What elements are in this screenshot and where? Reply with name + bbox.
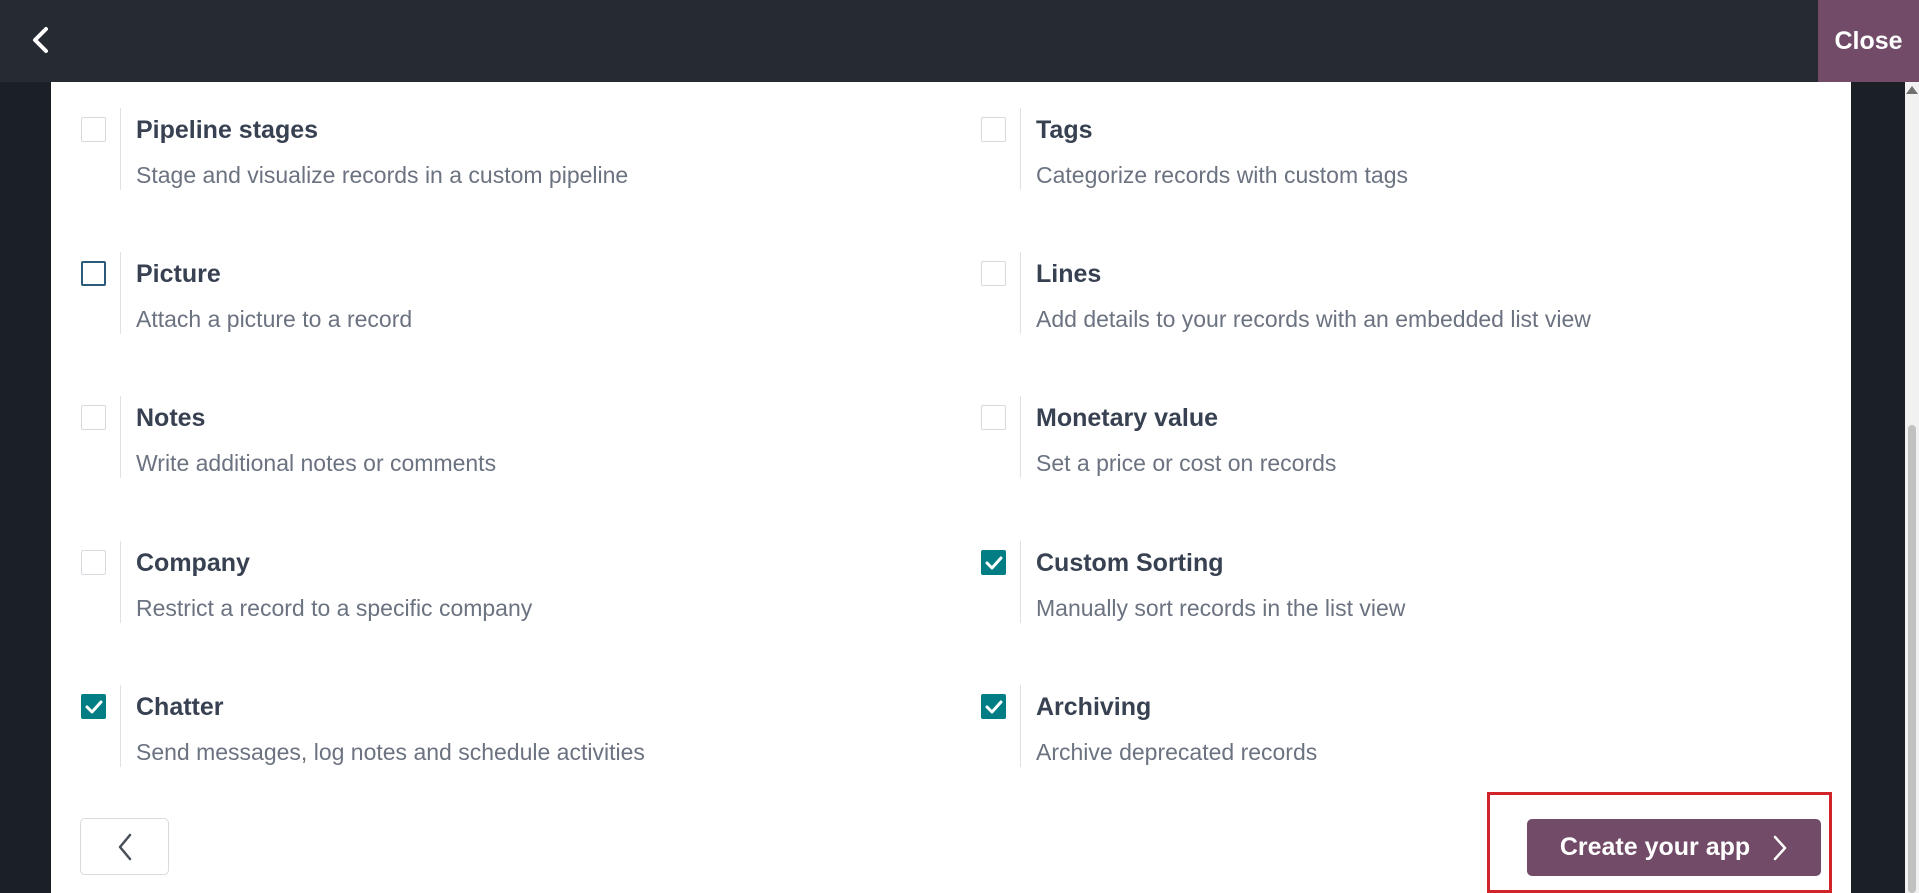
chevron-right-icon <box>1773 835 1787 860</box>
option-title: Notes <box>136 404 206 432</box>
checkbox[interactable] <box>81 405 106 430</box>
chevron-left-icon <box>33 27 48 53</box>
divider <box>120 396 121 478</box>
scroll-up-arrow-icon[interactable] <box>1906 86 1918 94</box>
chevron-left-icon <box>118 833 131 860</box>
checkbox[interactable] <box>81 261 106 286</box>
create-your-app-button[interactable]: Create your app <box>1527 819 1821 876</box>
divider <box>1020 252 1021 334</box>
option-title: Archiving <box>1036 693 1152 721</box>
option-description: Attach a picture to a record <box>136 306 413 332</box>
option-description: Archive deprecated records <box>1036 739 1318 765</box>
divider <box>120 685 121 767</box>
option-tags[interactable]: Tags Categorize records with custom tags <box>951 94 1811 204</box>
checkbox-checked[interactable] <box>81 694 106 719</box>
divider <box>1020 396 1021 478</box>
option-title: Chatter <box>136 693 224 721</box>
divider <box>1020 541 1021 623</box>
checkbox[interactable] <box>81 550 106 575</box>
divider <box>120 252 121 334</box>
option-description: Send messages, log notes and schedule ac… <box>136 739 645 765</box>
option-description: Stage and visualize records in a custom … <box>136 162 629 188</box>
option-description: Add details to your records with an embe… <box>1036 306 1591 332</box>
checkbox-checked[interactable] <box>981 694 1006 719</box>
option-description: Categorize records with custom tags <box>1036 162 1408 188</box>
close-button[interactable]: Close <box>1818 0 1919 82</box>
option-notes[interactable]: Notes Write additional notes or comments <box>51 382 911 492</box>
divider <box>120 541 121 623</box>
checkbox[interactable] <box>981 117 1006 142</box>
option-title: Monetary value <box>1036 404 1219 432</box>
back-button[interactable] <box>22 22 58 58</box>
option-description: Manually sort records in the list view <box>1036 595 1406 621</box>
divider <box>120 108 121 190</box>
option-archiving[interactable]: Archiving Archive deprecated records <box>951 671 1811 781</box>
create-button-label: Create your app <box>1559 833 1751 861</box>
option-description: Set a price or cost on records <box>1036 450 1337 476</box>
option-title: Pipeline stages <box>136 116 319 144</box>
option-title: Lines <box>1036 260 1102 288</box>
divider <box>1020 108 1021 190</box>
checkbox[interactable] <box>981 261 1006 286</box>
check-icon <box>985 700 1002 713</box>
checkbox[interactable] <box>81 117 106 142</box>
check-icon <box>985 556 1002 569</box>
checkbox[interactable] <box>981 405 1006 430</box>
option-company[interactable]: Company Restrict a record to a specific … <box>51 527 911 637</box>
option-description: Restrict a record to a specific company <box>136 595 533 621</box>
option-title: Picture <box>136 260 221 288</box>
check-icon <box>85 700 102 713</box>
divider <box>1020 685 1021 767</box>
option-custom-sorting[interactable]: Custom Sorting Manually sort records in … <box>951 527 1811 637</box>
option-title: Company <box>136 549 250 577</box>
option-title: Tags <box>1036 116 1093 144</box>
option-chatter[interactable]: Chatter Send messages, log notes and sch… <box>51 671 911 781</box>
option-picture[interactable]: Picture Attach a picture to a record <box>51 238 911 348</box>
scrollbar-thumb[interactable] <box>1908 425 1916 893</box>
option-monetary-value[interactable]: Monetary value Set a price or cost on re… <box>951 382 1811 492</box>
option-pipeline-stages[interactable]: Pipeline stages Stage and visualize reco… <box>51 94 911 204</box>
option-title: Custom Sorting <box>1036 549 1224 577</box>
option-description: Write additional notes or comments <box>136 450 497 476</box>
option-lines[interactable]: Lines Add details to your records with a… <box>951 238 1811 348</box>
checkbox-checked[interactable] <box>981 550 1006 575</box>
top-bar: Close <box>0 0 1919 82</box>
previous-button[interactable] <box>80 818 169 875</box>
